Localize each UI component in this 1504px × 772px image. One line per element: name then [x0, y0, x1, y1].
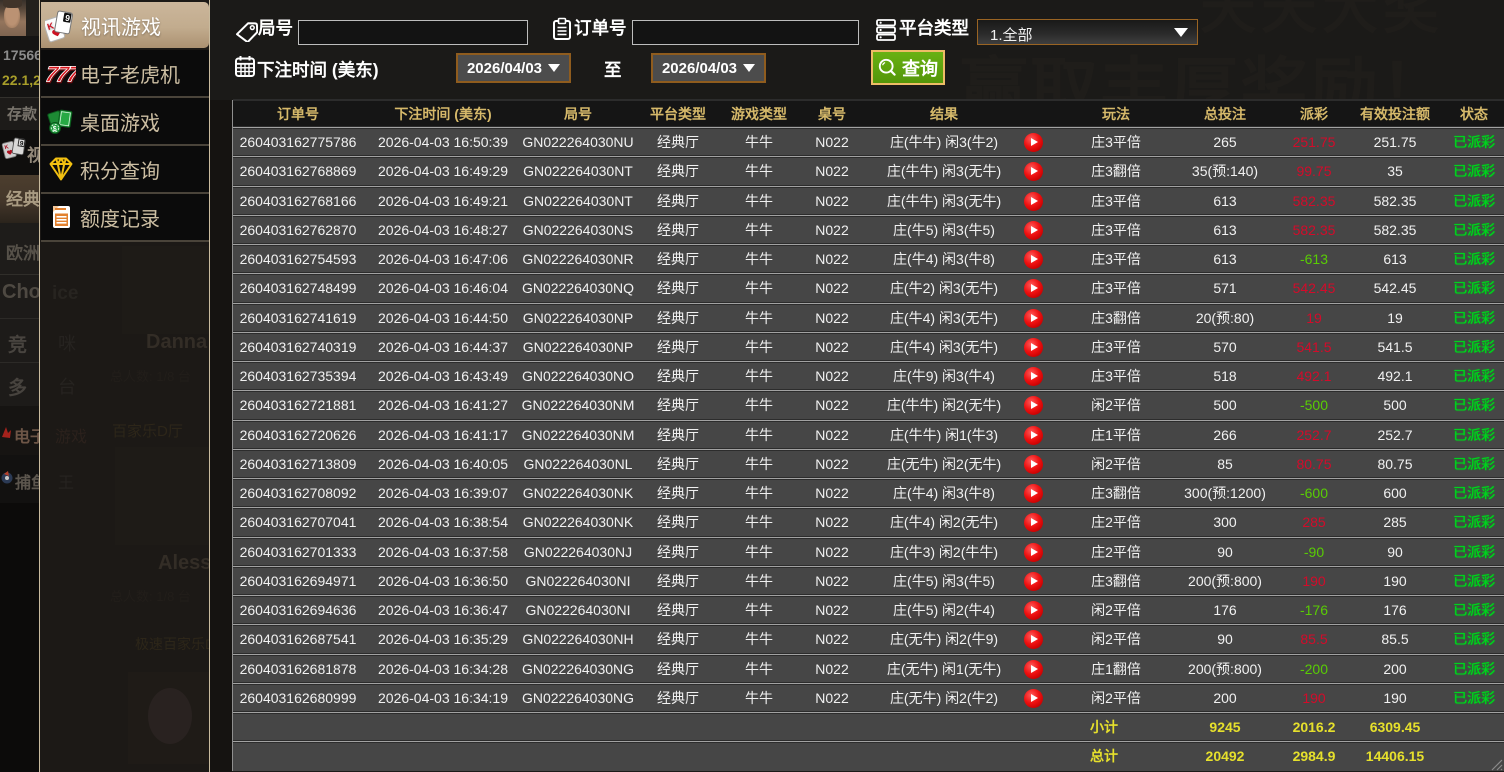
- svg-text:777: 777: [46, 62, 76, 87]
- svg-text:$: $: [53, 126, 57, 133]
